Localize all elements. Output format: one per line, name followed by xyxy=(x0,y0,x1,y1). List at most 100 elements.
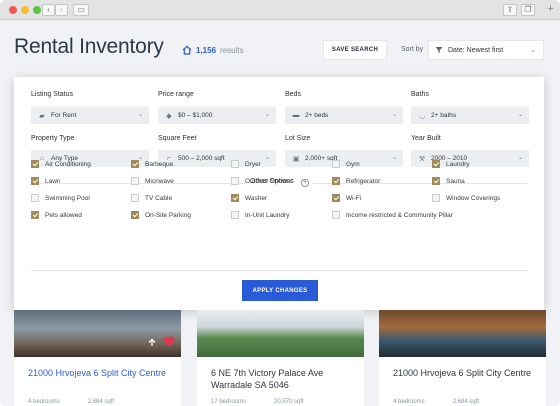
listing-address[interactable]: 21000 Hrvojeva 6 Split City Centre xyxy=(393,367,533,379)
tag-icon: ▰ xyxy=(39,112,45,120)
close-window-button[interactable] xyxy=(9,6,17,14)
checkbox-unchecked[interactable] xyxy=(332,211,340,219)
amenity-checkbox[interactable]: Gym xyxy=(332,160,360,168)
checkbox-checked[interactable] xyxy=(131,211,139,219)
chevron-down-icon: ⌄ xyxy=(264,112,270,118)
apply-changes-button[interactable]: APPLY CHANGES xyxy=(242,280,318,301)
panel-divider xyxy=(31,270,527,271)
amenity-checkbox[interactable]: Pets allowed xyxy=(31,211,82,219)
amenity-checkbox[interactable]: Income restricted & Community Pillar xyxy=(332,211,453,219)
amenity-label: Barbeque xyxy=(145,160,174,168)
amenity-checkbox[interactable]: Micriwave xyxy=(131,177,174,185)
checkbox-checked[interactable] xyxy=(131,160,139,168)
amenity-label: Gym xyxy=(346,160,360,168)
amenity-checkbox[interactable]: Refrigerator xyxy=(332,177,380,185)
beds-label: Beds xyxy=(285,91,301,98)
amenity-checkbox[interactable]: Lawn xyxy=(31,177,61,185)
share-icon[interactable] xyxy=(147,337,157,347)
listing-beds: 17 bedrooms xyxy=(211,399,247,405)
listing-address[interactable]: 21000 Hrvojeva 6 Split City Centre xyxy=(28,367,168,379)
listing-photo[interactable] xyxy=(14,310,181,357)
amenity-label: Refrigerator xyxy=(346,177,381,185)
filter-icon xyxy=(435,47,443,53)
listing-card[interactable]: 6 NE 7th Victory Palace Ave Warradale SA… xyxy=(197,310,364,406)
checkbox-unchecked[interactable] xyxy=(131,177,139,185)
amenity-checkbox[interactable]: In-Unit Laundry xyxy=(231,211,289,219)
checkbox-unchecked[interactable] xyxy=(332,160,340,168)
share-icon[interactable]: ⇧ xyxy=(503,4,517,16)
sort-select[interactable]: Date: Newest first ⌄ xyxy=(428,40,544,60)
amenity-checkbox[interactable]: TV Cable xyxy=(131,194,172,202)
checkbox-checked[interactable] xyxy=(332,194,340,202)
price-range-select[interactable]: ◆ $0 – $1,000 ⌄ xyxy=(158,107,276,124)
sidebar-icon[interactable]: ▭ xyxy=(73,4,89,16)
year-built-label: Year Built xyxy=(411,135,441,142)
listing-status-select[interactable]: ▰ For Rent ⌄ xyxy=(31,107,149,124)
checkbox-checked[interactable] xyxy=(332,177,340,185)
amenity-checkbox[interactable]: On-Site Parking xyxy=(131,211,191,219)
amenity-checkbox[interactable]: Air Conditioning xyxy=(31,160,91,168)
amenity-checkbox[interactable]: Barbeque xyxy=(131,160,173,168)
chevron-down-icon: ⌄ xyxy=(391,155,397,161)
tabs-overview-icon[interactable]: ❐ xyxy=(521,4,535,16)
listing-sqft: 20,570 sqft xyxy=(274,399,304,405)
amenity-checkbox[interactable]: Wi-Fi xyxy=(332,194,361,202)
amenity-checkbox[interactable]: Washer xyxy=(231,194,267,202)
amenity-label: Income restricted & Community Pillar xyxy=(346,211,453,219)
listing-photo[interactable] xyxy=(197,310,364,357)
listing-meta: 4 bedrooms 2,684 sqft xyxy=(393,399,479,405)
checkbox-checked[interactable] xyxy=(31,177,39,185)
checkbox-checked[interactable] xyxy=(31,211,39,219)
sort-value: Date: Newest first xyxy=(448,46,504,54)
minimize-window-button[interactable] xyxy=(21,6,29,14)
listing-status-label: Listing Status xyxy=(31,91,74,98)
amenity-checkbox[interactable]: Sauna xyxy=(432,177,465,185)
forward-icon[interactable]: › xyxy=(55,4,68,16)
window-titlebar: ‹ › ▭ ⇧ ❐ + xyxy=(0,0,560,20)
amenity-checkbox[interactable]: Window Coverings xyxy=(432,194,500,202)
new-tab-icon[interactable]: + xyxy=(545,4,556,16)
amenity-label: Lawn xyxy=(45,177,61,185)
plus-circle-icon[interactable]: + xyxy=(301,179,309,187)
save-search-button[interactable]: SAVE SEARCH xyxy=(323,40,387,60)
checkbox-unchecked[interactable] xyxy=(231,211,239,219)
amenity-checkbox[interactable]: Dryer xyxy=(231,160,261,168)
checkbox-unchecked[interactable] xyxy=(231,160,239,168)
checkbox-unchecked[interactable] xyxy=(432,194,440,202)
year-built-select[interactable]: ⚒ 2000 – 2010 ⌄ xyxy=(411,150,529,167)
maximize-window-button[interactable] xyxy=(33,6,41,14)
listing-card[interactable]: 21000 Hrvojeva 6 Split City Centre 4 bed… xyxy=(14,310,181,406)
beds-select[interactable]: ▬ 2+ beds ⌄ xyxy=(285,107,403,124)
checkbox-checked[interactable] xyxy=(432,177,440,185)
chevron-down-icon: ⌄ xyxy=(264,155,270,161)
amenity-label: Laundry xyxy=(446,160,470,168)
heart-icon[interactable] xyxy=(163,336,175,347)
checkbox-checked[interactable] xyxy=(31,160,39,168)
checkbox-checked[interactable] xyxy=(432,160,440,168)
listing-card[interactable]: 21000 Hrvojeva 6 Split City Centre 4 bed… xyxy=(379,310,546,406)
amenity-label: Wi-Fi xyxy=(346,194,362,202)
square-feet-label: Square Feet xyxy=(158,135,197,142)
listing-sqft: 2,684 sqft xyxy=(87,399,115,405)
checkbox-unchecked[interactable] xyxy=(31,194,39,202)
chevron-down-icon: ⌄ xyxy=(517,112,523,118)
hammer-icon: ⚒ xyxy=(418,155,426,163)
amenity-checkbox[interactable]: Outdoor Shower xyxy=(231,177,292,185)
price-tag-icon: ◆ xyxy=(166,112,172,120)
checkbox-unchecked[interactable] xyxy=(231,177,239,185)
listing-photo[interactable] xyxy=(379,310,546,357)
back-icon[interactable]: ‹ xyxy=(42,4,55,16)
checkbox-checked[interactable] xyxy=(231,194,239,202)
listing-beds: 4 bedrooms xyxy=(393,399,425,405)
baths-label: Baths xyxy=(411,91,429,98)
baths-select[interactable]: ◡ 2+ baths ⌄ xyxy=(411,107,529,124)
baths-value: 2+ baths xyxy=(431,112,457,119)
checkbox-unchecked[interactable] xyxy=(131,194,139,202)
amenity-checkbox[interactable]: Laundry xyxy=(432,160,470,168)
amenity-checkbox[interactable]: Swimming Pool xyxy=(31,194,90,202)
listing-address[interactable]: 6 NE 7th Victory Palace Ave Warradale SA… xyxy=(211,367,351,391)
sort-label: Sort by xyxy=(401,46,424,53)
chevron-down-icon: ⌄ xyxy=(517,155,523,161)
square-feet-value: 500 – 2,000 sqft xyxy=(178,155,225,162)
chevron-down-icon: ⌄ xyxy=(137,112,143,118)
